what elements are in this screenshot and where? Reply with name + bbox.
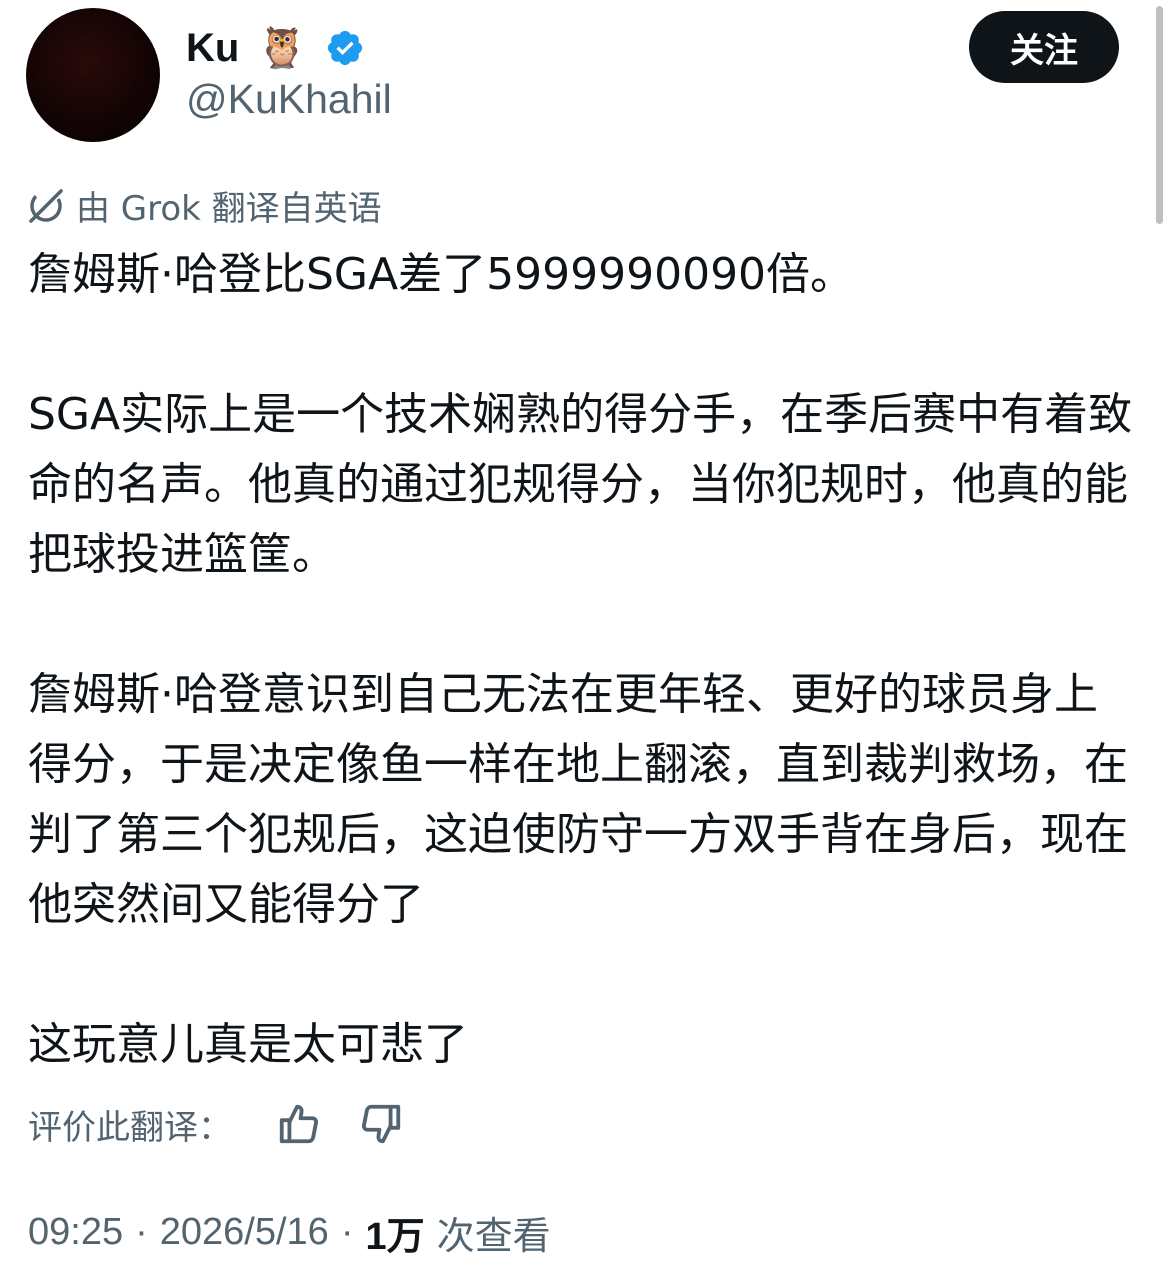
tweet-paragraph: 詹姆斯·哈登比SGA差了5999990090倍。 bbox=[28, 249, 855, 300]
display-name[interactable]: Ku bbox=[186, 26, 239, 71]
tweet-paragraph: SGA实际上是一个技术娴熟的得分手，在季后赛中有着致命的名声。他真的通过犯规得分… bbox=[28, 389, 1133, 580]
tweet-time[interactable]: 09:25 bbox=[28, 1211, 123, 1254]
scrollbar[interactable] bbox=[1156, 6, 1163, 224]
owl-emoji: 🦉 bbox=[257, 25, 308, 71]
thumbs-down-icon[interactable] bbox=[358, 1101, 404, 1147]
views-label: 次查看 bbox=[436, 1215, 551, 1258]
rate-translation-label: 评价此翻译： bbox=[28, 1107, 232, 1148]
avatar[interactable] bbox=[26, 8, 160, 142]
rate-translation-row: 评价此翻译： bbox=[28, 1096, 440, 1152]
follow-button[interactable]: 关注 bbox=[969, 11, 1119, 83]
translation-note[interactable]: 由 Grok 翻译自英语 bbox=[26, 181, 382, 229]
thumbs-up-icon[interactable] bbox=[276, 1101, 322, 1147]
tweet-meta: 09:25 · 2026/5/16 · 1万 次查看 bbox=[28, 1204, 551, 1260]
separator-dot: · bbox=[340, 1210, 354, 1253]
grok-icon bbox=[29, 189, 63, 223]
tweet-paragraph: 詹姆斯·哈登意识到自己无法在更年轻、更好的球员身上得分，于是决定像鱼一样在地上翻… bbox=[28, 669, 1128, 930]
tweet-text: 詹姆斯·哈登比SGA差了5999990090倍。 SGA实际上是一个技术娴熟的得… bbox=[28, 240, 1138, 1080]
translation-note-text: 由 Grok 翻译自英语 bbox=[76, 188, 382, 229]
verified-badge-icon[interactable] bbox=[325, 28, 365, 68]
views-count: 1万 bbox=[365, 1215, 425, 1258]
separator-dot: · bbox=[135, 1210, 148, 1253]
tweet-paragraph: 这玩意儿真是太可悲了 bbox=[28, 1019, 468, 1070]
user-handle[interactable]: @KuKhahil bbox=[186, 76, 392, 123]
tweet-date[interactable]: 2026/5/16 bbox=[160, 1211, 329, 1254]
author-name-row: Ku 🦉 bbox=[186, 18, 365, 78]
